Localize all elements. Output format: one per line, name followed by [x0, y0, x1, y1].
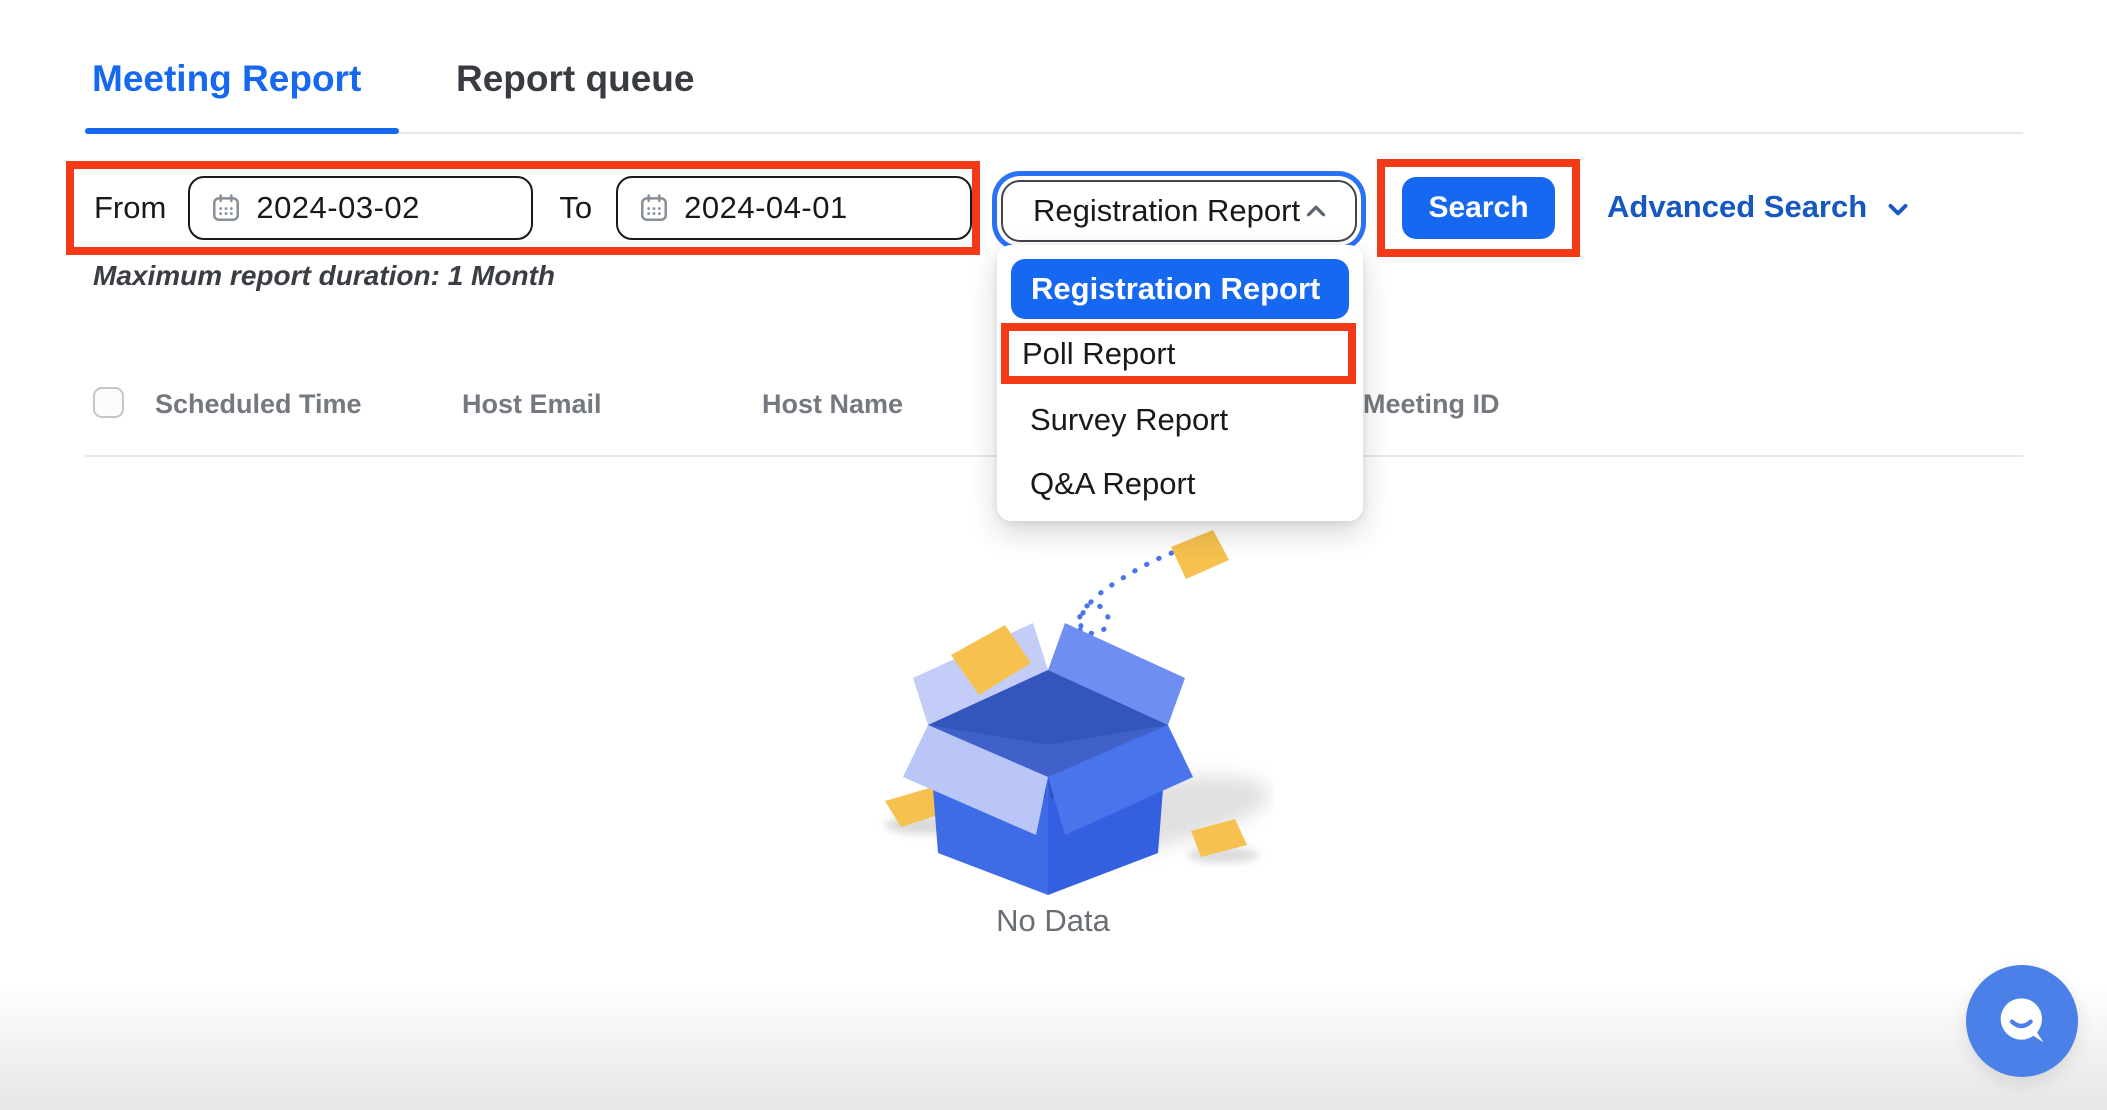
chat-bubble-icon — [1990, 989, 2054, 1053]
report-type-selected-value: Registration Report — [1033, 193, 1300, 229]
from-label: From — [94, 190, 166, 226]
column-header-scheduled-time: Scheduled Time — [155, 389, 362, 420]
from-date-input[interactable]: 2024-03-02 — [188, 176, 533, 240]
tab-report-queue[interactable]: Report queue — [456, 58, 694, 100]
option-registration-report[interactable]: Registration Report — [1011, 259, 1349, 319]
column-header-meeting-id: Meeting ID — [1363, 389, 1500, 420]
report-type-dropdown-menu: Registration Report Poll Report Survey R… — [997, 245, 1363, 521]
report-type-select[interactable]: Registration Report — [1001, 180, 1357, 242]
to-date-input[interactable]: 2024-04-01 — [616, 176, 972, 240]
annotation-box-date-range: From 2024-03-02 To 2024-0 — [66, 161, 980, 255]
no-data-label: No Data — [833, 903, 1273, 939]
column-header-host-name: Host Name — [762, 389, 903, 420]
option-qa-report[interactable]: Q&A Report — [1030, 461, 1195, 506]
option-survey-report[interactable]: Survey Report — [1030, 397, 1228, 442]
chat-launcher-button[interactable] — [1966, 965, 2078, 1077]
chevron-up-icon — [1301, 196, 1331, 226]
select-all-checkbox[interactable] — [93, 387, 124, 418]
empty-state: No Data — [833, 505, 1273, 939]
advanced-search-label: Advanced Search — [1607, 189, 1867, 225]
bottom-fade — [0, 982, 2107, 1110]
tab-meeting-report[interactable]: Meeting Report — [92, 58, 361, 100]
from-date-value: 2024-03-02 — [256, 190, 420, 226]
empty-box-illustration — [833, 505, 1273, 895]
to-label: To — [559, 190, 592, 226]
option-poll-report[interactable]: Poll Report — [1009, 336, 1175, 372]
calendar-icon — [638, 192, 670, 224]
search-button[interactable]: Search — [1402, 177, 1555, 239]
column-header-host-email: Host Email — [462, 389, 602, 420]
advanced-search-link[interactable]: Advanced Search — [1607, 189, 1913, 225]
meeting-report-page: Meeting Report Report queue From 2024-03… — [0, 0, 2107, 1110]
to-date-value: 2024-04-01 — [684, 190, 848, 226]
calendar-icon — [210, 192, 242, 224]
annotation-box-search: Search — [1377, 159, 1580, 257]
active-tab-underline — [85, 128, 399, 134]
annotation-box-poll-report: Poll Report — [1001, 323, 1356, 384]
tab-bar: Meeting Report Report queue — [0, 0, 2107, 136]
chevron-down-icon — [1883, 194, 1913, 224]
duration-note: Maximum report duration: 1 Month — [93, 260, 555, 292]
